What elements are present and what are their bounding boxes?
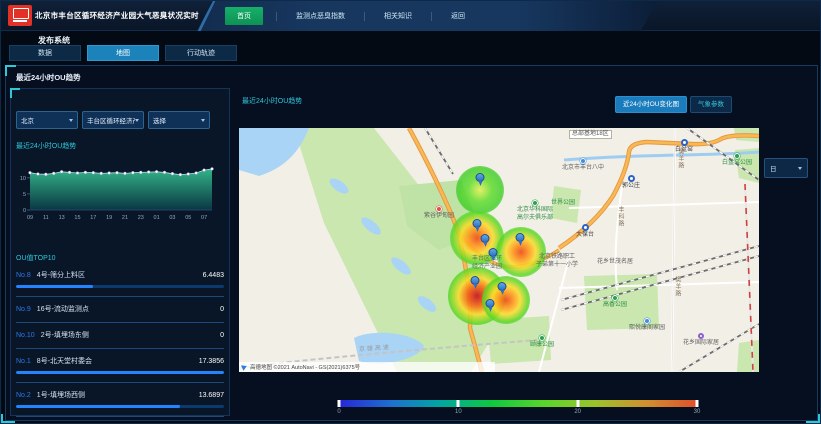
nav-separator bbox=[431, 12, 432, 21]
top-list-value: 17.3856 bbox=[199, 358, 224, 365]
trend-chart-svg: 0510091113151719212301030507 bbox=[15, 159, 221, 225]
svg-text:07: 07 bbox=[201, 215, 207, 221]
scale-tick-label: 20 bbox=[574, 409, 581, 415]
svg-text:21: 21 bbox=[122, 215, 128, 221]
top-list-name: 4号-筛分上料区 bbox=[37, 270, 85, 280]
svg-text:0: 0 bbox=[23, 208, 26, 214]
top-list-name: 2号-填埋场东侧 bbox=[41, 330, 89, 340]
left-panel: 北京丰台区循环经济产选择 最近24小时OU趋势 0510091113151719… bbox=[10, 88, 230, 416]
map-base-art bbox=[239, 128, 759, 372]
nav-item[interactable]: 相关知识 bbox=[378, 8, 418, 24]
filter-select-value: 丰台区循环经济产 bbox=[87, 115, 135, 125]
filter-select-value: 选择 bbox=[153, 115, 166, 125]
svg-text:05: 05 bbox=[185, 215, 191, 221]
ou-top-list: No.84号-筛分上料区6.4483No.916号-流动监测点0No.102号-… bbox=[16, 263, 224, 417]
ou-top-list-title: OU值TOP10 bbox=[16, 253, 56, 263]
chevron-down-icon bbox=[135, 119, 139, 122]
svg-text:13: 13 bbox=[59, 215, 65, 221]
main-panel: 最近24小时OU趋势 北京丰台区循环经济产选择 最近24小时OU趋势 05100… bbox=[5, 65, 818, 421]
scale-tick bbox=[457, 400, 460, 407]
chevron-down-icon bbox=[798, 167, 802, 170]
weather-params-button[interactable]: 气象参数 bbox=[690, 96, 732, 113]
svg-text:01: 01 bbox=[154, 215, 160, 221]
top-list-rank: No.10 bbox=[16, 332, 35, 339]
top-list-name: 1号-填埋场西侧 bbox=[37, 390, 85, 400]
top-list-item: No.1 8号-北天堂村委会 17.3856 bbox=[16, 349, 224, 383]
svg-text:17: 17 bbox=[90, 215, 96, 221]
app-title: 北京市丰台区循环经济产业园大气恶臭状况实时 bbox=[35, 1, 199, 31]
svg-text:5: 5 bbox=[23, 192, 26, 198]
top-list-name: 16号-流动监测点 bbox=[37, 304, 89, 314]
top-list-item: No.10 2号-填埋场东侧 0 bbox=[16, 323, 224, 349]
filter-select[interactable]: 北京 bbox=[16, 111, 78, 129]
scale-tick-label: 10 bbox=[455, 409, 462, 415]
ou-change-chart-button[interactable]: 近24小时OU变化图 bbox=[615, 96, 687, 113]
top-list-value: 6.4483 bbox=[203, 272, 224, 279]
publish-tab[interactable]: 数据 bbox=[9, 45, 81, 61]
autonavi-logo-icon bbox=[241, 363, 248, 371]
top-list-rank: No.1 bbox=[16, 358, 31, 365]
top-list-value: 0 bbox=[220, 306, 224, 313]
heat-scale: 0102030 bbox=[339, 400, 697, 418]
app-header: 北京市丰台区循环经济产业园大气恶臭状况实时 首页 监测点恶臭指数 相关知识 返回 bbox=[1, 1, 821, 31]
filter-selects: 北京 丰台区循环经济产 选择 bbox=[16, 111, 210, 129]
period-select[interactable]: 日 bbox=[764, 158, 808, 178]
top-list-item: No.9 16号-流动监测点 0 bbox=[16, 297, 224, 323]
main-nav: 首页 监测点恶臭指数 相关知识 返回 bbox=[197, 1, 657, 31]
top-list-rank: No.8 bbox=[16, 272, 31, 279]
top-list-value: 13.6897 bbox=[199, 392, 224, 399]
map-attribution: 高德地图 ©2021 AutoNavi - GS(2021)6375号 bbox=[239, 362, 495, 372]
top-list-name: 8号-北天堂村委会 bbox=[37, 356, 92, 366]
nav-separator bbox=[364, 12, 365, 21]
map-buttons: 近24小时OU变化图气象参数 bbox=[615, 96, 732, 113]
chevron-down-icon bbox=[201, 119, 205, 122]
scale-tick bbox=[338, 400, 341, 407]
publish-tab[interactable]: 地图 bbox=[87, 45, 159, 61]
top-list-value: 0 bbox=[220, 332, 224, 339]
publish-tabs: 数据地图行动轨迹 bbox=[9, 45, 237, 61]
top-list-bar-track bbox=[16, 405, 224, 408]
trend-chart-title: 最近24小时OU趋势 bbox=[16, 141, 76, 151]
trend-chart: 0510091113151719212301030507 bbox=[15, 159, 221, 225]
svg-text:23: 23 bbox=[138, 215, 144, 221]
top-list-rank: No.9 bbox=[16, 306, 31, 313]
filter-select[interactable]: 选择 bbox=[148, 111, 210, 129]
top-list-item: No.2 1号-填埋场西侧 13.6897 bbox=[16, 383, 224, 417]
svg-text:15: 15 bbox=[74, 215, 80, 221]
heat-scale-bar bbox=[339, 400, 697, 407]
filter-select[interactable]: 丰台区循环经济产 bbox=[82, 111, 144, 129]
map-panel: 最近24小时OU趋势 近24小时OU变化图气象参数 bbox=[234, 88, 817, 418]
map-canvas[interactable]: 总部基地18区白盆窑白盆窑公园北京市丰台八中郭公庄世界公园大葆台丰科路樊羊路樊羊… bbox=[239, 128, 759, 372]
svg-text:03: 03 bbox=[169, 215, 175, 221]
scale-tick bbox=[696, 400, 699, 407]
nav-separator bbox=[276, 12, 277, 21]
top-list-rank: No.2 bbox=[16, 392, 31, 399]
nav-item[interactable]: 监测点恶臭指数 bbox=[290, 8, 351, 24]
map-attribution-text: 高德地图 ©2021 AutoNavi - GS(2021)6375号 bbox=[250, 363, 360, 371]
period-select-value: 日 bbox=[770, 163, 777, 173]
svg-text:10: 10 bbox=[20, 176, 26, 182]
svg-text:19: 19 bbox=[106, 215, 112, 221]
filter-select-value: 北京 bbox=[21, 115, 34, 125]
scale-tick-label: 30 bbox=[694, 409, 701, 415]
app-logo-icon bbox=[8, 5, 32, 26]
top-list-bar-track bbox=[16, 371, 224, 374]
nav-item[interactable]: 返回 bbox=[445, 8, 471, 24]
top-list-bar-track bbox=[16, 285, 224, 288]
top-list-bar-fill bbox=[16, 371, 224, 374]
nav-item[interactable]: 首页 bbox=[225, 7, 263, 25]
top-list-bar-fill bbox=[16, 405, 180, 408]
scale-tick-label: 0 bbox=[337, 409, 340, 415]
scale-tick bbox=[576, 400, 579, 407]
svg-text:11: 11 bbox=[43, 215, 49, 221]
panel-title: 最近24小时OU趋势 bbox=[16, 72, 81, 83]
publish-tab[interactable]: 行动轨迹 bbox=[165, 45, 237, 61]
map-section-title: 最近24小时OU趋势 bbox=[242, 96, 302, 106]
chevron-down-icon bbox=[69, 119, 73, 122]
top-list-bar-fill bbox=[16, 285, 93, 288]
top-list-item: No.8 4号-筛分上料区 6.4483 bbox=[16, 263, 224, 297]
svg-text:09: 09 bbox=[27, 215, 33, 221]
dashboard: 北京市丰台区循环经济产业园大气恶臭状况实时 首页监测点恶臭指数相关知识返回 发布… bbox=[0, 0, 821, 424]
